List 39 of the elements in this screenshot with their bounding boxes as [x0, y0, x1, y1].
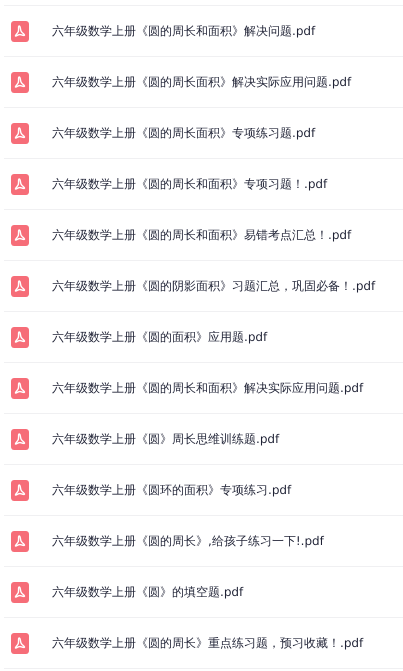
file-name: 六年级数学上册《圆》周长思维训练题.pdf — [52, 430, 280, 448]
pdf-file-icon — [11, 582, 29, 602]
pdf-file-icon — [11, 276, 29, 296]
file-name: 六年级数学上册《圆的周长和面积》专项习题！.pdf — [52, 176, 328, 192]
file-name: 六年级数学上册《圆的阴影面积》习题汇总，巩固必备！.pdf — [52, 278, 376, 294]
pdf-file-icon — [11, 72, 29, 92]
file-row[interactable]: 六年级数学上册《圆》周长思维训练题.pdf — [4, 414, 403, 465]
file-name: 六年级数学上册《圆的周长和面积》解决问题.pdf — [52, 22, 316, 40]
file-name: 六年级数学上册《圆的周长和面积》解决实际应用问题.pdf — [52, 380, 364, 396]
pdf-file-icon — [11, 224, 29, 246]
file-row[interactable]: 六年级数学上册《圆的周长和面积》解决实际应用问题.pdf — [4, 363, 403, 414]
file-name: 六年级数学上册《圆环的面积》专项练习.pdf — [52, 482, 292, 498]
file-name: 六年级数学上册《圆的周长面积》解决实际应用问题.pdf — [52, 74, 352, 90]
pdf-file-icon — [11, 530, 29, 552]
file-row[interactable]: 六年级数学上册《圆环的面积》专项练习.pdf — [4, 465, 403, 516]
file-name: 六年级数学上册《圆的面积》应用题.pdf — [52, 328, 268, 346]
file-row[interactable]: 六年级数学上册《圆的周长和面积》专项习题！.pdf — [4, 159, 403, 210]
file-row[interactable]: 六年级数学上册《圆的周长和面积》解决问题.pdf — [4, 6, 403, 57]
file-row[interactable]: 六年级数学上册《圆的阴影面积》习题汇总，巩固必备！.pdf — [4, 261, 403, 312]
pdf-file-icon — [11, 20, 29, 42]
file-row[interactable]: 六年级数学上册《圆》的填空题.pdf — [4, 567, 403, 618]
pdf-file-icon — [11, 122, 29, 144]
file-row[interactable]: 六年级数学上册《圆的周长面积》解决实际应用问题.pdf — [4, 57, 403, 108]
file-name: 六年级数学上册《圆的周长》,给孩子练习一下!.pdf — [52, 532, 324, 550]
file-name: 六年级数学上册《圆的周长》重点练习题，预习收藏！.pdf — [52, 634, 364, 652]
file-name: 六年级数学上册《圆》的填空题.pdf — [52, 584, 244, 600]
pdf-file-icon — [11, 378, 29, 398]
file-name: 六年级数学上册《圆的周长和面积》易错考点汇总！.pdf — [52, 226, 352, 244]
pdf-file-icon — [11, 174, 29, 194]
pdf-file-icon — [11, 428, 29, 450]
pdf-file-icon — [11, 480, 29, 500]
pdf-file-icon — [11, 632, 29, 654]
file-row[interactable]: 六年级数学上册《圆的周长》,给孩子练习一下!.pdf — [4, 516, 403, 567]
pdf-file-icon — [11, 326, 29, 348]
file-row[interactable]: 六年级数学上册《圆的周长》重点练习题，预习收藏！.pdf — [4, 618, 403, 669]
file-row[interactable]: 六年级数学上册《圆的面积》应用题.pdf — [4, 312, 403, 363]
file-row[interactable]: 六年级数学上册《圆的周长和面积》易错考点汇总！.pdf — [4, 210, 403, 261]
file-row[interactable]: 六年级数学上册《圆的周长面积》专项练习题.pdf — [4, 108, 403, 159]
file-name: 六年级数学上册《圆的周长面积》专项练习题.pdf — [52, 124, 316, 142]
